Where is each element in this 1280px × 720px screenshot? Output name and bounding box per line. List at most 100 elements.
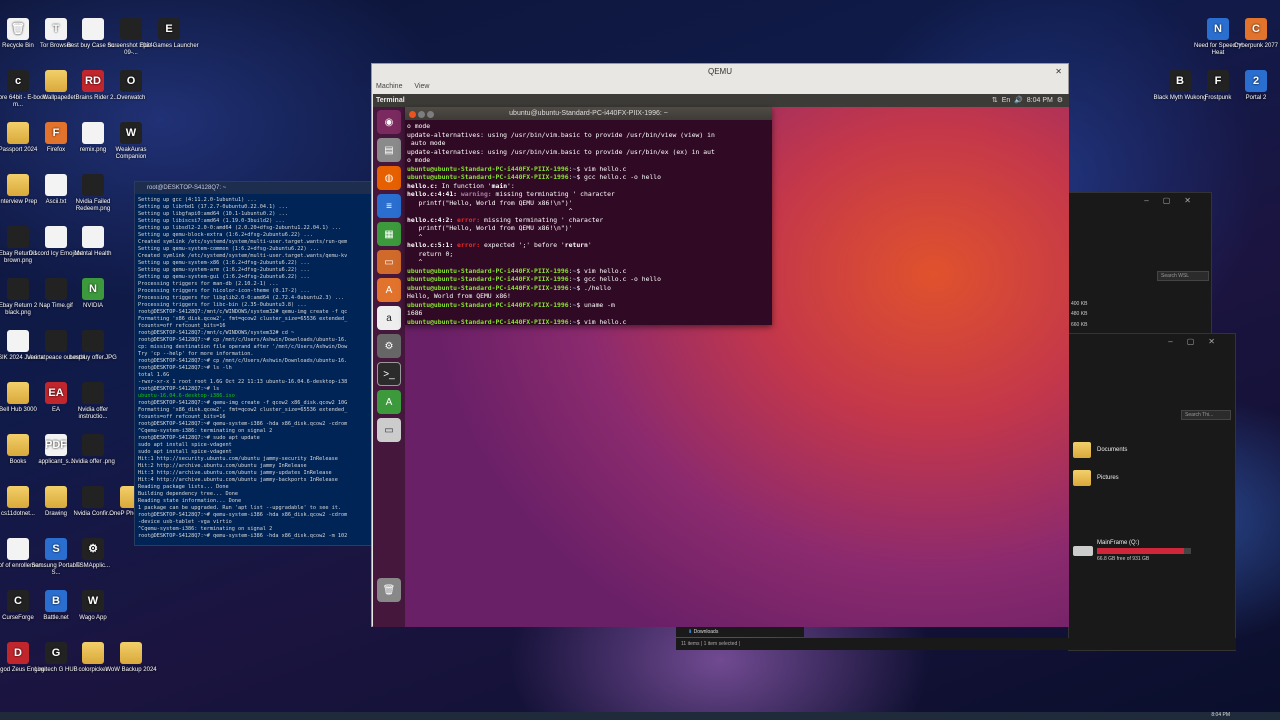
desktop-icon-label: bestbuy offer.JPG [69,355,117,361]
prompt-user: ubuntu@ubuntu-Standard-PC-i440FX-PIIX-19… [407,317,569,326]
impress-icon[interactable]: ▭ [377,250,401,274]
guest-ubuntu-desktop[interactable]: Terminal ⇅ En 🔊 8:04 PM ⚙ ◉ ▤ ◍ ≡ ▦ ▭ A … [373,94,1069,627]
desktop-icon[interactable]: O Overwatch [101,70,161,102]
terminal-line: ^Cqemu-system-i386: terminating on signa… [138,526,273,532]
desktop-icon[interactable]: 2 Portal 2 [1226,70,1280,102]
terminal-line: fcounts=off refcount_bits=16 [138,323,226,329]
windows-taskbar[interactable]: 8:04 PM [0,712,1280,720]
calc-icon[interactable]: ▦ [377,222,401,246]
desktop-icon[interactable]: bestbuy offer.JPG [63,330,123,362]
software-center-icon[interactable]: A [377,278,401,302]
drive-icon [1073,546,1093,556]
qemu-window[interactable]: QEMU ✕ Machine View Terminal ⇅ En 🔊 8:04… [371,63,1069,627]
active-app-name[interactable]: Terminal [376,97,405,104]
terminal-icon[interactable]: >_ [377,362,401,386]
terminal-line: hello.c:5:1: error: expected ';' before … [407,241,592,249]
minimize-icon [418,111,425,118]
ubuntu-launcher: ◉ ▤ ◍ ≡ ▦ ▭ A a ⚙ >_ A ▭ 🗑 [373,107,405,627]
window-controls[interactable]: –▢✕ [1168,337,1229,346]
settings-icon[interactable]: ⚙ [377,334,401,358]
taskbar-clock[interactable]: 8:04 PM [1211,712,1230,718]
topbar-indicators[interactable]: ⇅ En 🔊 8:04 PM ⚙ [992,94,1063,107]
desktop-icon[interactable]: ⚙ TSMApplic... [63,538,123,570]
keyboard-icon[interactable]: En [1002,97,1011,104]
terminal-line: o mode [407,122,431,130]
nav-downloads[interactable]: ⬇ Downloads [676,627,804,637]
terminal-line: total 1.6G [138,372,170,378]
app-icon: N [82,278,104,300]
updater-icon[interactable]: A [377,390,401,414]
desktop-icon[interactable]: W WeakAuras Companion [101,122,161,161]
terminal-line: ^Cqemu-system-i386: terminating on signa… [138,428,273,434]
app-icon [120,642,142,664]
terminal-line: Setting up qemu-system-x86 (1:6.2+dfsg-2… [138,260,310,266]
clock[interactable]: 8:04 PM [1027,97,1053,104]
app-icon: E [158,18,180,40]
desktop-icon[interactable]: Mental Health [63,226,123,258]
desktop-icon[interactable]: WoW Backup 2024 [101,642,161,674]
close-icon[interactable]: ✕ [1055,64,1062,80]
app-icon: 2 [1245,70,1267,92]
app-icon [82,226,104,248]
qemu-titlebar[interactable]: QEMU ✕ [372,64,1068,80]
search-input[interactable]: Search Thi... [1181,410,1231,420]
desktop-icon[interactable]: C Cyberpunk 2077 [1226,18,1280,50]
firefox-icon[interactable]: ◍ [377,166,401,190]
desktop-icon[interactable]: Nvidia Failed Redeem.png [63,174,123,213]
prompt-user: ubuntu@ubuntu-Standard-PC-i440FX-PIIX-19… [407,173,569,181]
files-icon[interactable]: ▤ [377,138,401,162]
desktop-icon-label: Mental Health [74,251,112,257]
desktop-icon[interactable]: E Epic Games Launcher [139,18,199,50]
terminal-line: ubuntu@ubuntu-Standard-PC-i440FX-PIIX-19… [407,173,661,181]
terminal-line: auto mode [407,139,446,147]
trash-icon[interactable]: 🗑 [377,578,401,602]
command-text: vim hello.c [584,164,627,173]
amazon-icon[interactable]: a [377,306,401,330]
drive-icon[interactable]: ▭ [377,418,401,442]
terminal-line: Setting up libiscsi7:amd64 (1.19.0-3buil… [138,218,285,224]
window-controls[interactable]: –▢✕ [1144,196,1205,205]
gear-icon[interactable]: ⚙ [1057,97,1063,104]
desktop-icon[interactable]: N NVIDIA [63,278,123,310]
drive-label[interactable]: MainFrame (Q:) [1097,540,1139,546]
volume-icon[interactable]: 🔊 [1014,97,1023,104]
desktop-icon-label: Cyberpunk 2077 [1233,43,1279,49]
explorer-window-wsl[interactable]: –▢✕ Search WSL 400 KB 480 KB 660 KB [1068,192,1212,336]
app-icon [82,382,104,404]
terminal-line: Setting up qemu-system-gui (1:6.2+dfsg-2… [138,274,310,280]
desktop-icon[interactable]: W Wago App [63,590,123,622]
writer-icon[interactable]: ≡ [377,194,401,218]
app-icon: C [1245,18,1267,40]
drive-usage-fill [1097,548,1185,554]
menu-view[interactable]: View [414,83,429,90]
command-text: gcc hello.c -o hello [584,275,661,283]
desktop-icon-label: Nvidia Failed Redeem.png [75,199,111,212]
folder-documents[interactable]: Documents [1073,442,1127,458]
ubuntu-terminal-window[interactable]: ubuntu@ubuntu-Standard-PC-i440FX-PIIX-19… [405,107,772,328]
ubuntu-dash-icon[interactable]: ◉ [377,110,401,134]
terminal-line: printf("Hello, World from QEMU x86!\n")' [407,198,573,207]
menu-machine[interactable]: Machine [376,83,402,90]
window-buttons[interactable] [409,110,436,123]
explorer-window-thispc[interactable]: –▢✕ Search Thi... Documents Pictures Mai… [1068,333,1236,651]
desktop-icon[interactable]: Nvidia offer .png [63,434,123,466]
app-icon: W [82,590,104,612]
network-icon[interactable]: ⇅ [992,97,998,104]
folder-pictures[interactable]: Pictures [1073,470,1119,486]
wsl-terminal-title[interactable]: root@DESKTOP-S4128Q7: ~ [135,182,371,194]
terminal-output[interactable]: o mode update-alternatives: using /usr/bi… [405,120,772,328]
search-input[interactable]: Search WSL [1157,271,1209,281]
terminal-line: Hello, World from QEMU x86! [407,292,511,300]
command-text: vim hello.c [584,317,627,326]
terminal-line: root@DESKTOP-S4128Q7:/mnt/c/WINDOWS/syst… [138,309,348,315]
terminal-line: Processing triggers for libglib2.0-0:amd… [138,295,345,301]
command-text: gcc hello.c -o hello [584,173,661,181]
terminal-line: Setting up qemu-system-arm (1:6.2+dfsg-2… [138,267,310,273]
wsl-terminal-output[interactable]: Setting up gcc (4:11.2.0-1ubuntu1) ... Se… [135,194,371,543]
desktop-icon-label: WeakAuras Companion [115,147,147,160]
terminal-line: Formatting 'x86_disk.qcow2', fmt=qcow2 c… [138,407,348,413]
wsl-terminal-window[interactable]: root@DESKTOP-S4128Q7: ~ Setting up gcc (… [134,181,372,546]
terminal-titlebar[interactable]: ubuntu@ubuntu-Standard-PC-i440FX-PIIX-19… [405,107,772,120]
desktop-icon[interactable]: Nvidia offer instructio... [63,382,123,421]
terminal-line: Setting up librbd1 (17.2.7-0ubuntu0.22.0… [138,204,288,210]
